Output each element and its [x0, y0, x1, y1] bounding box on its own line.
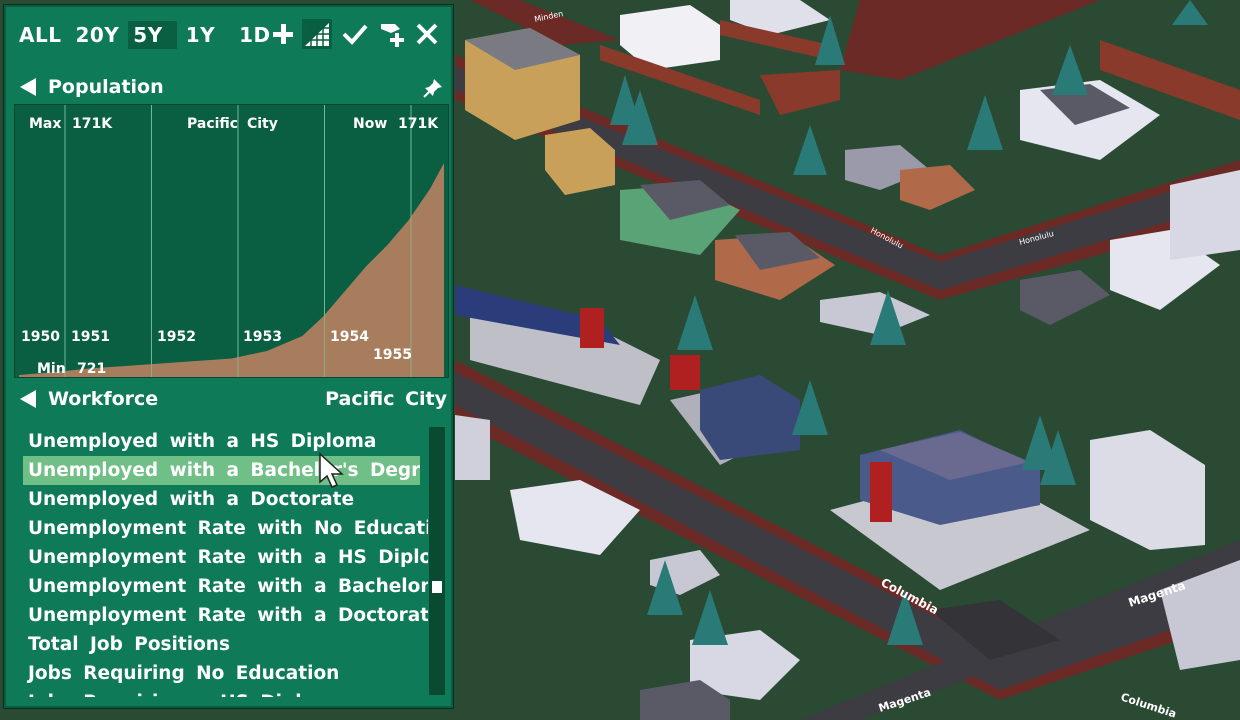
chart-year-label: 1951 [71, 329, 110, 345]
timeframe-20y-button[interactable]: 20Y [70, 21, 124, 49]
population-title: Population [48, 76, 164, 98]
back-arrow-icon[interactable] [20, 78, 36, 96]
timeframe-all-button[interactable]: ALL [14, 21, 66, 49]
chart-year-label: 1954 [330, 329, 369, 345]
chart-year-label: 1950 [21, 329, 60, 345]
chart-max-label: Max [29, 116, 62, 132]
scrollbar-thumb[interactable] [432, 581, 442, 593]
plus-icon[interactable] [268, 19, 298, 49]
chart-city-name: Pacific City [187, 116, 278, 132]
population-chart[interactable]: Max 171K Pacific City Now 171K 1950 1951… [14, 104, 449, 378]
list-item[interactable]: Unemployed with a Bachelor's Degree [23, 456, 420, 485]
chart-now-value: 171K [398, 116, 439, 132]
list-item[interactable]: Unemployment Rate with a Bachelor's Degr… [18, 572, 428, 601]
chart-year-label: 1952 [157, 329, 196, 345]
workforce-title: Workforce [48, 388, 159, 410]
list-item[interactable]: Total Job Positions [18, 630, 428, 659]
timeframe-1y-button[interactable]: 1Y [181, 21, 220, 49]
chart-min-value: 721 [77, 361, 107, 377]
pin-icon[interactable] [423, 78, 443, 98]
chart-now-label: Now [353, 116, 388, 132]
list-item[interactable]: Unemployment Rate with a Doctorate [18, 601, 428, 630]
list-item[interactable]: Unemployed with a Doctorate [18, 485, 428, 514]
chart-max-value: 171K [72, 116, 113, 132]
checkmark-icon[interactable] [340, 19, 370, 49]
list-item[interactable]: Unemployment Rate with a HS Diploma [18, 543, 428, 572]
list-item[interactable]: Jobs Requiring No Education [18, 659, 428, 688]
workforce-header: Workforce Pacific City [14, 384, 447, 414]
chart-grid-icon[interactable] [302, 19, 332, 49]
workforce-list: Unemployed with a HS Diploma Unemployed … [18, 427, 428, 697]
list-scrollbar[interactable] [429, 427, 445, 695]
workforce-city-name: Pacific City [325, 388, 447, 410]
list-item[interactable]: Jobs Requiring a HS Diploma [18, 688, 428, 697]
back-arrow-icon[interactable] [20, 390, 36, 408]
chart-year-label: 1953 [243, 329, 282, 345]
data-panel: ALL 20Y 5Y 1Y 1D Population Max 171K Pac… [4, 5, 453, 708]
add-layer-icon[interactable] [378, 19, 408, 49]
close-icon[interactable] [412, 19, 442, 49]
list-item[interactable]: Unemployment Rate with No Education [18, 514, 428, 543]
population-header: Population [14, 72, 447, 102]
chart-min-label: Min [37, 361, 66, 377]
timeframe-5y-button[interactable]: 5Y [128, 21, 177, 49]
list-item[interactable]: Unemployed with a HS Diploma [18, 427, 428, 456]
chart-year-label: 1955 [373, 347, 412, 363]
